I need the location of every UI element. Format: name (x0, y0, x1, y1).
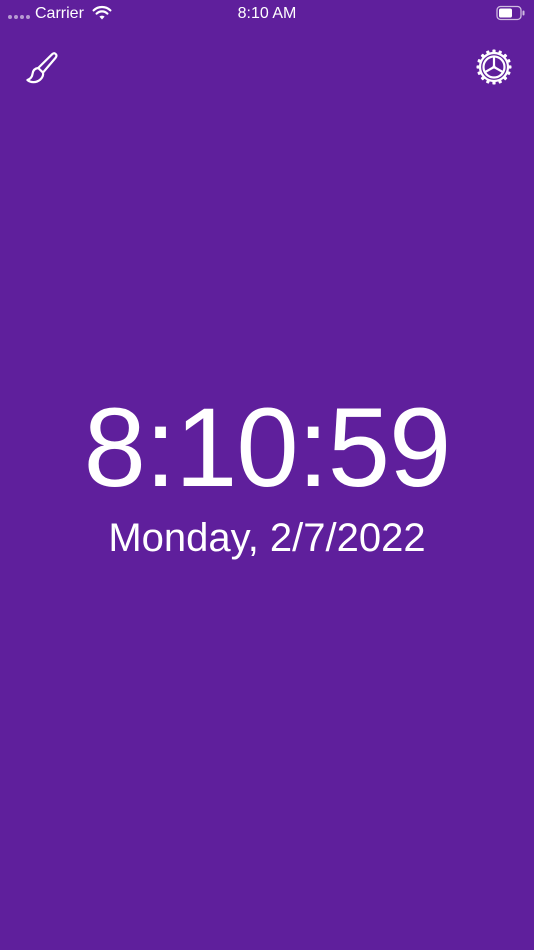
gear-icon (476, 49, 512, 85)
battery-icon (496, 5, 525, 21)
paintbrush-icon (26, 52, 58, 84)
theme-button[interactable] (21, 48, 61, 88)
status-time: 8:10 AM (237, 5, 297, 22)
settings-button[interactable] (474, 47, 514, 87)
clock-time: 8:10:59 (83, 385, 452, 510)
status-bar: Carrier 8:10 AM (0, 0, 534, 28)
clock-date: Monday, 2/7/2022 (108, 516, 426, 560)
